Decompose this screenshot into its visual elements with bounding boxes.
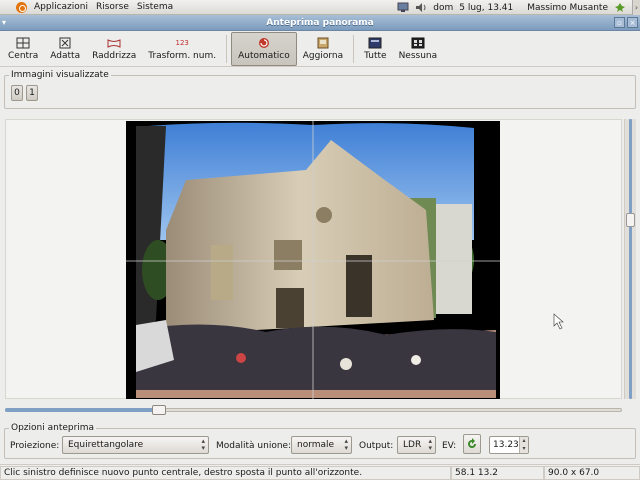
projection-label: Proiezione:: [10, 441, 60, 451]
spinner-arrows-icon: ▴ ▾: [428, 437, 432, 452]
displayed-images-title: Immagini visualizzate: [9, 70, 111, 80]
vertical-pitch-slider[interactable]: [624, 119, 636, 399]
auto-update-icon: [257, 37, 271, 49]
menu-risorse[interactable]: Risorse: [92, 0, 133, 15]
status-bar: Clic sinistro definisce nuovo punto cent…: [0, 464, 640, 480]
refresh-icon: [468, 438, 476, 448]
update-icon: [316, 37, 330, 49]
output-select[interactable]: LDR ▴ ▾: [397, 436, 436, 454]
toolbar: Centra Adatta Raddrizza 123 Trasform. nu…: [0, 31, 640, 67]
panorama-preview-canvas[interactable]: [5, 119, 622, 399]
auto-update-label: Automatico: [238, 50, 290, 61]
gnome-top-panel: Applicazioni Risorse Sistema dom 5 lug, …: [0, 0, 640, 15]
straighten-icon: [107, 37, 121, 49]
close-icon[interactable]: ×: [627, 17, 638, 28]
auto-update-button[interactable]: Automatico: [231, 31, 297, 66]
preview-options-title: Opzioni anteprima: [9, 423, 97, 433]
panel-day: dom: [433, 2, 454, 13]
preview-options-frame: Opzioni anteprima Proiezione: Equirettan…: [4, 423, 636, 459]
ev-value: 13.23: [493, 440, 519, 450]
center-icon: [16, 37, 30, 49]
status-message: Clic sinistro definisce nuovo punto cent…: [0, 466, 451, 480]
panel-clock[interactable]: 5 lug, 13.41: [459, 3, 513, 13]
blend-mode-label: Modalità unione:: [216, 441, 292, 451]
numeric-transform-button[interactable]: 123 Trasform. num.: [142, 32, 222, 66]
displayed-images-frame: Immagini visualizzate 0 1: [4, 70, 636, 109]
blend-mode-value: normale: [297, 440, 335, 450]
fit-label: Adatta: [50, 50, 81, 61]
ev-spinner-arrows-icon[interactable]: ▴ ▾: [519, 437, 528, 453]
center-button[interactable]: Centra: [2, 32, 44, 66]
output-value: LDR: [403, 440, 422, 450]
update-label: Aggiorna: [302, 50, 344, 61]
horizontal-slider-fill: [5, 408, 160, 412]
center-label: Centra: [8, 50, 39, 61]
network-icon[interactable]: [397, 2, 409, 13]
output-label: Output:: [359, 441, 394, 451]
vertical-slider-thumb[interactable]: [626, 212, 635, 227]
spinner-arrows-icon: ▴ ▾: [344, 437, 348, 452]
window-menu-icon[interactable]: ▾: [2, 18, 12, 28]
fit-icon: [58, 37, 72, 49]
volume-icon[interactable]: [415, 2, 427, 13]
show-none-label: Nessuna: [398, 50, 438, 61]
horizontal-slider-thumb[interactable]: [152, 405, 167, 415]
show-none-icon: [411, 37, 425, 49]
ev-label: EV:: [442, 441, 457, 451]
user-status-icon[interactable]: [614, 2, 626, 13]
blend-mode-select[interactable]: normale ▴ ▾: [291, 436, 352, 454]
show-all-icon: [368, 37, 382, 49]
status-coordinates: 58.1 13.2: [451, 466, 544, 480]
toolbar-separator: [226, 34, 228, 63]
projection-value: Equirettangolare: [68, 440, 144, 450]
ubuntu-logo-icon[interactable]: [16, 1, 27, 13]
window-titlebar[interactable]: ▾ Anteprima panorama ▫ ×: [0, 15, 640, 31]
horizontal-yaw-slider[interactable]: [5, 405, 622, 415]
menu-sistema[interactable]: Sistema: [133, 0, 177, 15]
numeric-transform-label: Trasform. num.: [148, 50, 217, 61]
update-button[interactable]: Aggiorna: [297, 32, 349, 66]
image-toggle-1[interactable]: 1: [26, 85, 38, 101]
numeric-transform-icon: 123: [175, 38, 189, 47]
projection-select[interactable]: Equirettangolare ▴ ▾: [62, 436, 209, 454]
show-all-label: Tutte: [364, 50, 387, 61]
panel-user[interactable]: Massimo Musante: [527, 3, 608, 13]
fit-button[interactable]: Adatta: [44, 32, 86, 66]
ev-auto-button[interactable]: [463, 434, 481, 454]
vertical-slider-trough: [629, 119, 632, 399]
show-none-button[interactable]: Nessuna: [393, 32, 444, 66]
window-title: Anteprima panorama: [266, 17, 374, 28]
panorama-image: [126, 121, 564, 399]
status-field-of-view: 90.0 x 67.0: [544, 466, 640, 480]
spinner-arrows-icon: ▴ ▾: [201, 437, 205, 452]
mouse-cursor-icon: [553, 313, 564, 330]
image-toggle-0[interactable]: 0: [11, 85, 23, 101]
maximize-icon[interactable]: ▫: [614, 17, 625, 28]
straighten-button[interactable]: Raddrizza: [86, 32, 142, 66]
ev-spinbox[interactable]: 13.23 ▴ ▾: [489, 436, 529, 454]
menu-applicazioni[interactable]: Applicazioni: [30, 0, 92, 15]
toolbar-separator: [353, 34, 355, 63]
straighten-label: Raddrizza: [92, 50, 137, 61]
panel-scroll-right-icon[interactable]: ›: [632, 0, 640, 15]
show-all-button[interactable]: Tutte: [358, 32, 392, 66]
